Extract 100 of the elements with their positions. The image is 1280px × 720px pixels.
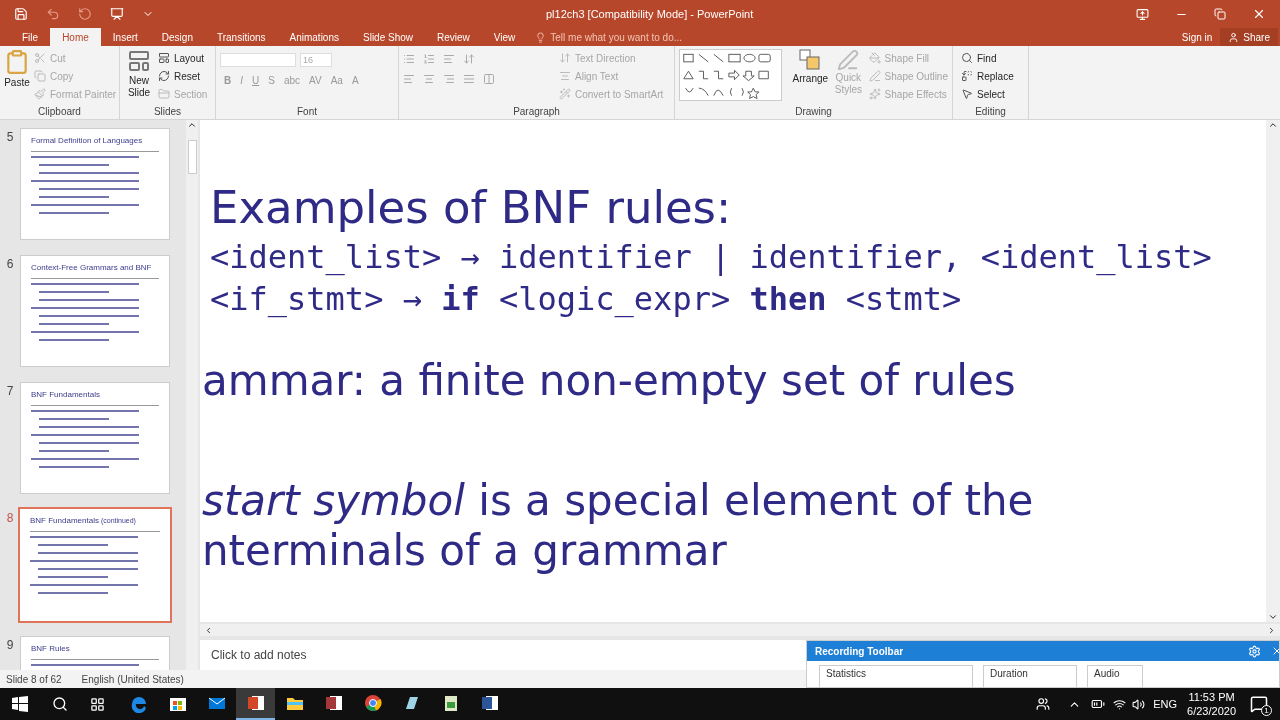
battery-icon[interactable] [1091, 697, 1106, 711]
paste-button[interactable]: Paste [4, 49, 30, 90]
format-button[interactable]: AV [309, 73, 322, 88]
volume-icon[interactable] [1132, 697, 1146, 711]
people-icon[interactable] [1036, 697, 1051, 711]
format-button[interactable]: abc [283, 73, 301, 88]
arrange-icon [799, 49, 822, 71]
slideshow-icon[interactable] [110, 7, 124, 21]
slide-text: start symbol is a special element of the nterminals of a grammar [202, 476, 1035, 576]
task-view-icon[interactable] [90, 696, 105, 712]
ribbon-button[interactable]: Reset [158, 67, 208, 85]
thumbnail-title: Context-Free Grammars and BNF [31, 263, 152, 272]
slide-heading: Examples of BNF rules: [210, 180, 733, 236]
thumbnail-title: BNF Fundamentals [30, 516, 99, 525]
thumbnail-title: BNF Fundamentals [31, 390, 100, 399]
ribbon-tab[interactable]: Home [50, 28, 101, 46]
slide-number: 9 [5, 637, 15, 654]
input-language[interactable]: ENG [1153, 695, 1178, 713]
app-icon [479, 693, 500, 713]
share-button[interactable]: Share [1220, 28, 1278, 46]
ribbon-button[interactable]: Replace [961, 67, 1014, 85]
new-slide-icon [127, 49, 151, 73]
scroll-up-icon[interactable] [187, 120, 197, 130]
ribbon-tab[interactable]: File [10, 28, 51, 46]
group-label: Drawing [794, 105, 833, 119]
ribbon-button-icon [961, 52, 973, 64]
thumbnail-title: Formal Definition of Languages [31, 136, 143, 145]
slide-count: Slide 8 of 62 [6, 672, 62, 687]
format-button[interactable]: I [240, 73, 243, 88]
ribbon-button-icon [34, 88, 46, 100]
restore-icon[interactable] [1214, 8, 1226, 20]
scroll-up-icon[interactable] [1268, 120, 1278, 130]
language-status[interactable]: English (United States) [81, 671, 184, 687]
settings-icon[interactable] [1248, 644, 1261, 658]
ribbon-button-icon [961, 70, 973, 82]
taskbar-app[interactable] [236, 688, 275, 720]
slide-number: 5 [5, 129, 15, 146]
sign-in-link[interactable]: Sign in [1173, 28, 1221, 46]
notes-placeholder[interactable]: Click to add notes [211, 646, 307, 664]
group-label: Clipboard [37, 105, 82, 119]
group-label: Slides [152, 105, 183, 119]
format-button[interactable]: U [252, 73, 260, 88]
ribbon-button-icon [559, 52, 571, 64]
format-button[interactable]: S [268, 73, 275, 88]
quick-styles-icon [837, 49, 860, 71]
scrollbar-thumb[interactable] [187, 140, 197, 174]
toolbar-section: Statistics [819, 665, 973, 687]
ribbon-button-icon [868, 70, 881, 82]
ribbon-tab[interactable]: Slide Show [351, 28, 425, 46]
ribbon-display-icon[interactable] [1136, 7, 1149, 21]
toolbar-section: Duration [983, 665, 1077, 687]
new-slide-button[interactable]: New Slide [124, 49, 154, 99]
close-icon[interactable] [1252, 7, 1266, 21]
person-icon [1228, 31, 1240, 43]
save-icon[interactable] [14, 7, 28, 21]
slide-thumbnail[interactable]: BNF Rules [20, 636, 170, 670]
ribbon-tab[interactable]: Design [149, 28, 205, 46]
ribbon-tab[interactable]: Animations [277, 28, 351, 46]
ribbon-button[interactable]: Select [961, 85, 1014, 103]
scroll-left-icon[interactable] [204, 625, 213, 635]
search-icon[interactable] [52, 696, 68, 712]
ribbon-button-icon [961, 88, 973, 100]
thumbnail-title: BNF Rules [31, 644, 70, 653]
slide-thumbnail[interactable]: Context-Free Grammars and BNF [20, 255, 170, 367]
ribbon-button-icon [34, 70, 46, 82]
ribbon-tab[interactable]: View [481, 28, 528, 46]
font-name-field[interactable] [220, 53, 296, 67]
ribbon-button[interactable]: Find [961, 49, 1014, 67]
thumbnail-scrollbar[interactable] [186, 120, 198, 670]
notifications-icon[interactable] [1250, 695, 1268, 713]
toolbar-section: Audio [1087, 665, 1143, 687]
app-icon [323, 693, 344, 713]
slide-number: 7 [5, 383, 15, 400]
ribbon-button-icon [559, 70, 571, 82]
group-label: Font [296, 105, 318, 119]
ribbon-button-icon [158, 70, 170, 82]
horizontal-scrollbar[interactable] [200, 624, 1280, 636]
bnf-rule: <if_stmt> → if <logic_expr> then <stmt> [210, 279, 963, 320]
ribbon-button-icon [158, 88, 170, 100]
shapes-gallery-drawing[interactable] [679, 49, 783, 101]
ribbon-button-icon [868, 88, 881, 100]
ribbon-button-icon [34, 52, 46, 64]
app-icon [245, 693, 266, 713]
scroll-right-icon[interactable] [1267, 625, 1276, 635]
start-icon[interactable] [12, 696, 28, 712]
ribbon-button-icon [158, 52, 170, 64]
group-label: Paragraph [512, 105, 561, 119]
ribbon-tab[interactable]: Review [425, 28, 482, 46]
ribbon-tab[interactable]: Insert [100, 28, 150, 46]
clock-date[interactable]: 6/23/2020 [1187, 704, 1236, 718]
ribbon-tab[interactable]: Transitions [204, 28, 278, 46]
scroll-down-icon[interactable] [1268, 612, 1278, 622]
tell-me-field[interactable]: Tell me what you want to do... [550, 29, 741, 45]
vertical-scrollbar[interactable] [1266, 120, 1280, 622]
ribbon-button[interactable]: Layout [158, 49, 208, 67]
slide-thumbnail[interactable]: Formal Definition of Languages [20, 128, 170, 240]
slide-thumbnail[interactable]: BNF Fundamentals [20, 382, 170, 494]
arrange-button[interactable]: Arrange [792, 49, 829, 86]
wifi-icon[interactable] [1113, 697, 1127, 711]
clock-time[interactable]: 11:53 PM [1188, 690, 1235, 704]
